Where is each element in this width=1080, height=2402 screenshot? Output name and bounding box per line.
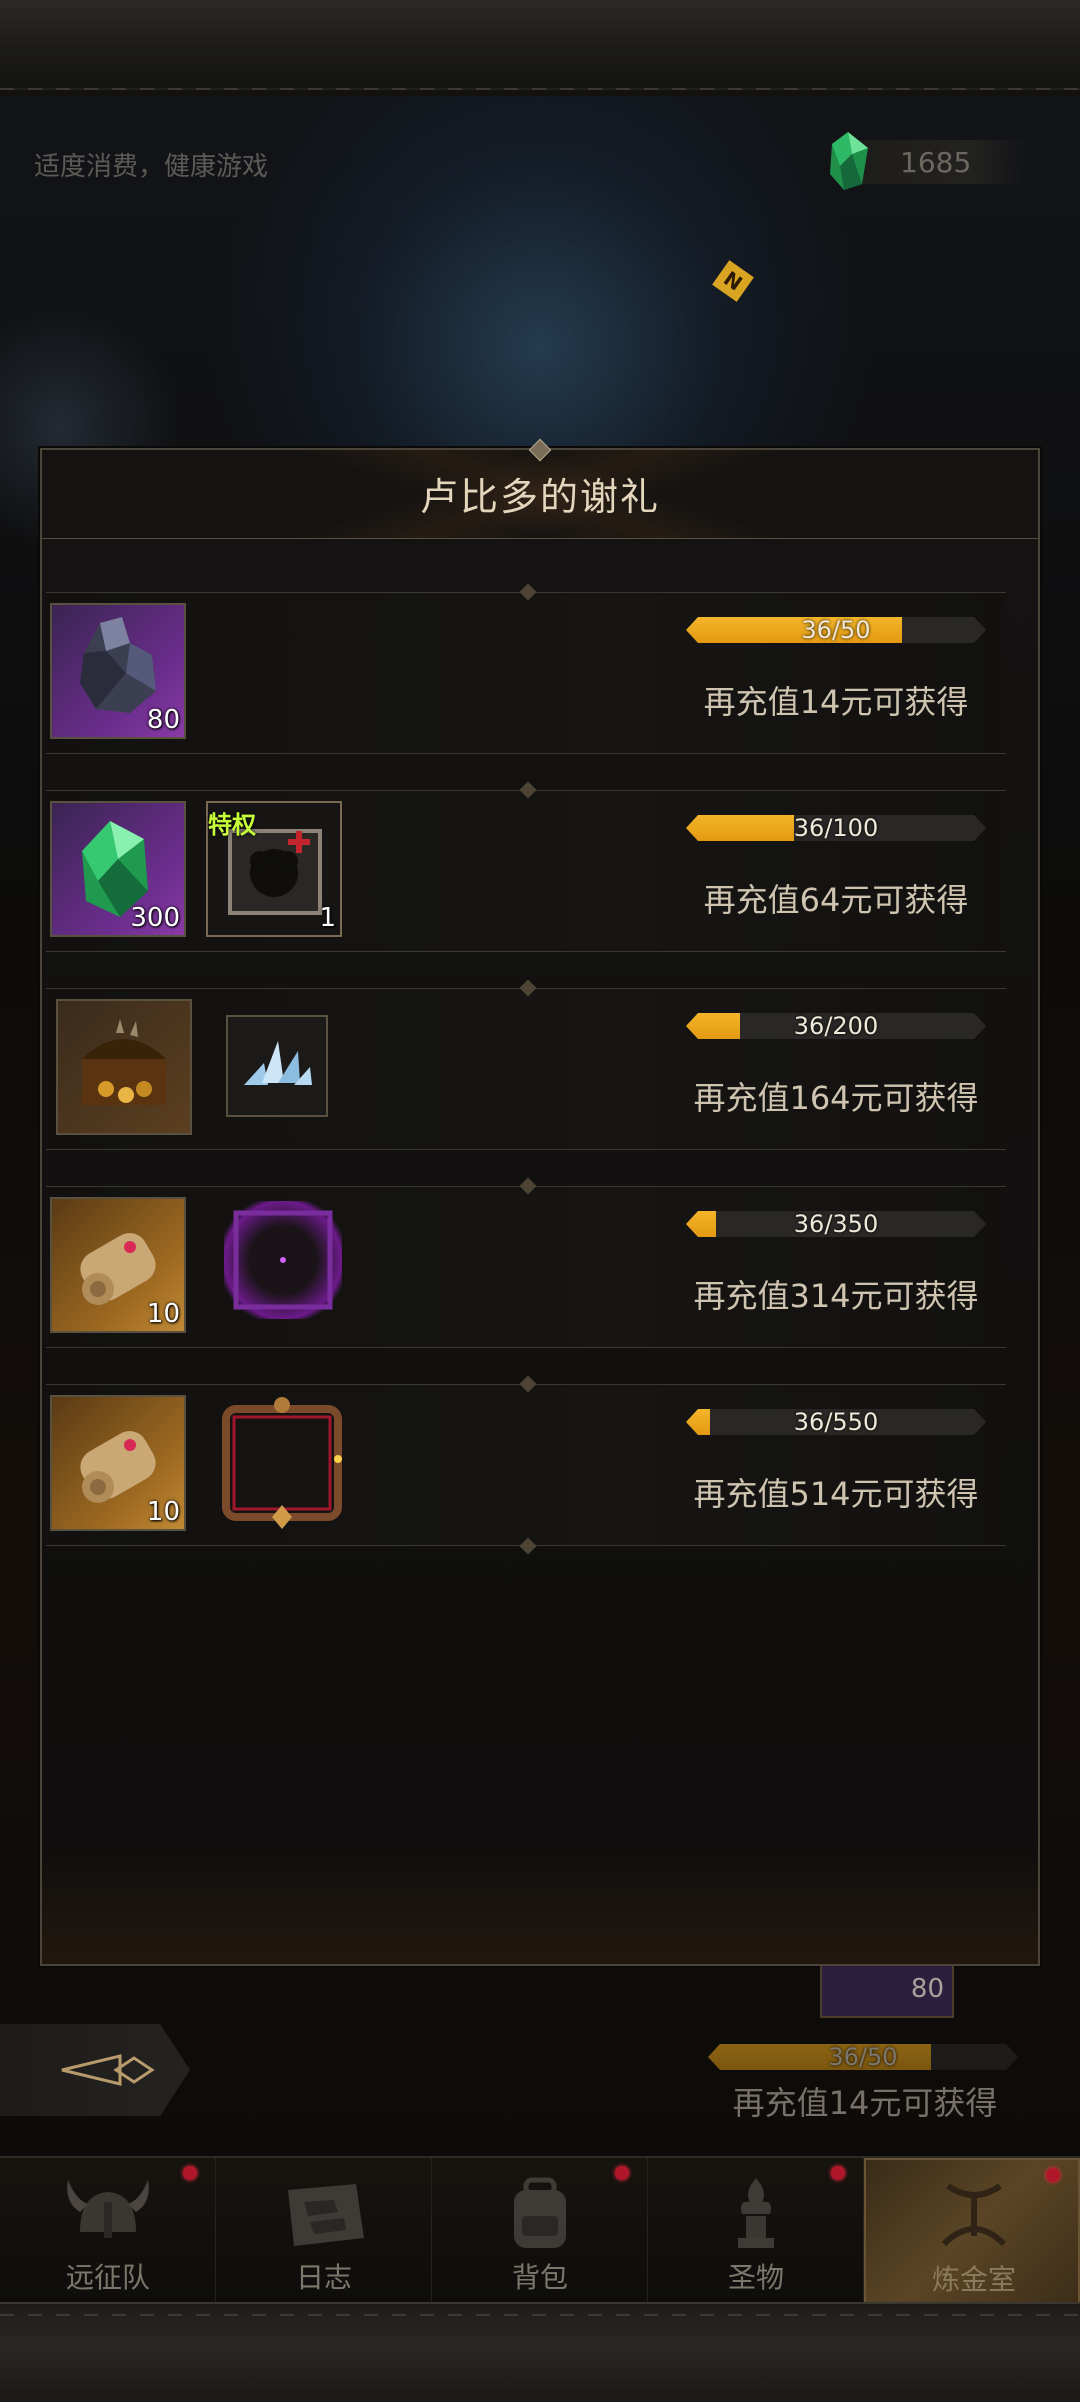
notification-dot	[615, 2166, 629, 2180]
tab-label: 日志	[295, 2261, 352, 2294]
reward-row[interactable]: 80 36/50 再充值14元可获得	[46, 583, 1006, 754]
reward-row[interactable]: 300 特权 1 36/100 再充值64元可获得	[46, 781, 1006, 952]
progress-bar: 36/350	[686, 1211, 986, 1237]
item-count: 80	[146, 705, 180, 735]
progress-text: 36/50	[801, 616, 871, 644]
reward-item-slot[interactable]: 特权 1	[206, 801, 342, 937]
ornate-frame-icon	[222, 1397, 342, 1529]
tab-label: 背包	[511, 2261, 568, 2294]
notification-dot	[1046, 2168, 1060, 2182]
tab-label: 圣物	[727, 2261, 784, 2294]
currency-count: 1685	[900, 146, 972, 179]
progress-bar: 36/550	[686, 1409, 986, 1435]
row-notch-icon	[519, 1177, 537, 1195]
background-item-slot: 80	[820, 1966, 954, 2018]
reward-item-slot[interactable]	[224, 1201, 342, 1319]
tab-label: 炼金室	[931, 2263, 1016, 2296]
item-count: 10	[146, 1497, 180, 1527]
progress-text: 36/550	[793, 1408, 879, 1436]
reward-row[interactable]: 10 36/550 再充值514元可获得	[46, 1375, 1006, 1555]
alchemy-icon	[941, 2183, 1007, 2247]
health-hint: 适度消费，健康游戏	[34, 152, 269, 182]
reward-row[interactable]: 36/200 再充值164元可获得	[46, 979, 1006, 1150]
progress-text: 36/350	[793, 1210, 879, 1238]
tab-alchemy[interactable]: 炼金室	[864, 2158, 1080, 2304]
reward-item-slot[interactable]	[212, 1393, 352, 1533]
item-count: 10	[146, 1299, 180, 1329]
reward-item-slot[interactable]: 10	[50, 1395, 186, 1531]
reward-item-slot[interactable]: 300	[50, 801, 186, 937]
progress-bar: 36/50	[686, 617, 986, 643]
top-frame-bar	[0, 0, 1080, 98]
row-notch-icon	[519, 583, 537, 601]
reward-item-slot[interactable]: 10	[50, 1197, 186, 1333]
tab-relics[interactable]: 圣物	[648, 2158, 864, 2304]
treasure-chest-icon	[82, 1019, 166, 1105]
reward-status: 再充值14元可获得	[703, 683, 969, 721]
reward-row[interactable]: 10 36/350 再充值314元可获得	[46, 1177, 1006, 1348]
dialog-bottom-glow	[42, 1844, 1038, 1964]
background-status: 再充值14元可获得	[732, 2084, 998, 2122]
bottom-nav: 远征队 日志 背包 圣物 炼金室	[0, 2156, 1080, 2304]
reward-status: 再充值514元可获得	[693, 1475, 979, 1513]
tab-label: 远征队	[65, 2261, 150, 2294]
dialog-header: 卢比多的谢礼	[42, 438, 1038, 539]
background-progress-text: 36/50	[828, 2043, 898, 2071]
back-arrow-button[interactable]	[0, 2024, 190, 2116]
purple-frame-icon	[233, 1210, 333, 1310]
bottom-frame-bar	[0, 2302, 1080, 2402]
row-notch-icon	[519, 1537, 537, 1555]
tab-backpack[interactable]: 背包	[432, 2158, 648, 2304]
backpack-icon	[514, 2177, 566, 2248]
reward-status: 再充值64元可获得	[703, 881, 969, 919]
progress-bar: 36/100	[686, 815, 986, 841]
reward-item-slot[interactable]	[226, 1015, 328, 1117]
tab-journal[interactable]: 日志	[216, 2158, 432, 2304]
map-scroll-icon	[288, 2184, 364, 2246]
relic-icon	[738, 2178, 774, 2248]
row-notch-icon	[519, 979, 537, 997]
privilege-badge: 特权	[208, 811, 256, 839]
progress-text: 36/200	[793, 1012, 879, 1040]
arrow-left-icon	[61, 2054, 155, 2086]
viking-helmet-icon	[67, 2180, 149, 2238]
reward-dialog: 卢比多的谢礼 80 36/50 再充值14元可获得 300 特权 1 36/10…	[40, 438, 1040, 1966]
progress-bar: 36/200	[686, 1013, 986, 1039]
progress-text: 36/100	[793, 814, 879, 842]
row-notch-icon	[519, 1375, 537, 1393]
reward-status: 再充值314元可获得	[693, 1277, 979, 1315]
dialog-title: 卢比多的谢礼	[419, 475, 660, 519]
background-progress-bar: 36/50	[708, 2044, 1018, 2070]
ice-shard-icon	[244, 1041, 312, 1085]
tab-expedition[interactable]: 远征队	[0, 2158, 216, 2304]
notification-dot	[831, 2166, 845, 2180]
background-item-count: 80	[910, 1974, 944, 2004]
green-crystal-icon	[830, 132, 868, 190]
reward-status: 再充值164元可获得	[693, 1079, 979, 1117]
item-count: 300	[130, 903, 180, 933]
row-notch-icon	[519, 781, 537, 799]
reward-item-slot[interactable]: 80	[50, 603, 186, 739]
notification-dot	[183, 2166, 197, 2180]
reward-item-slot[interactable]	[56, 999, 192, 1135]
item-count: 1	[319, 903, 336, 933]
